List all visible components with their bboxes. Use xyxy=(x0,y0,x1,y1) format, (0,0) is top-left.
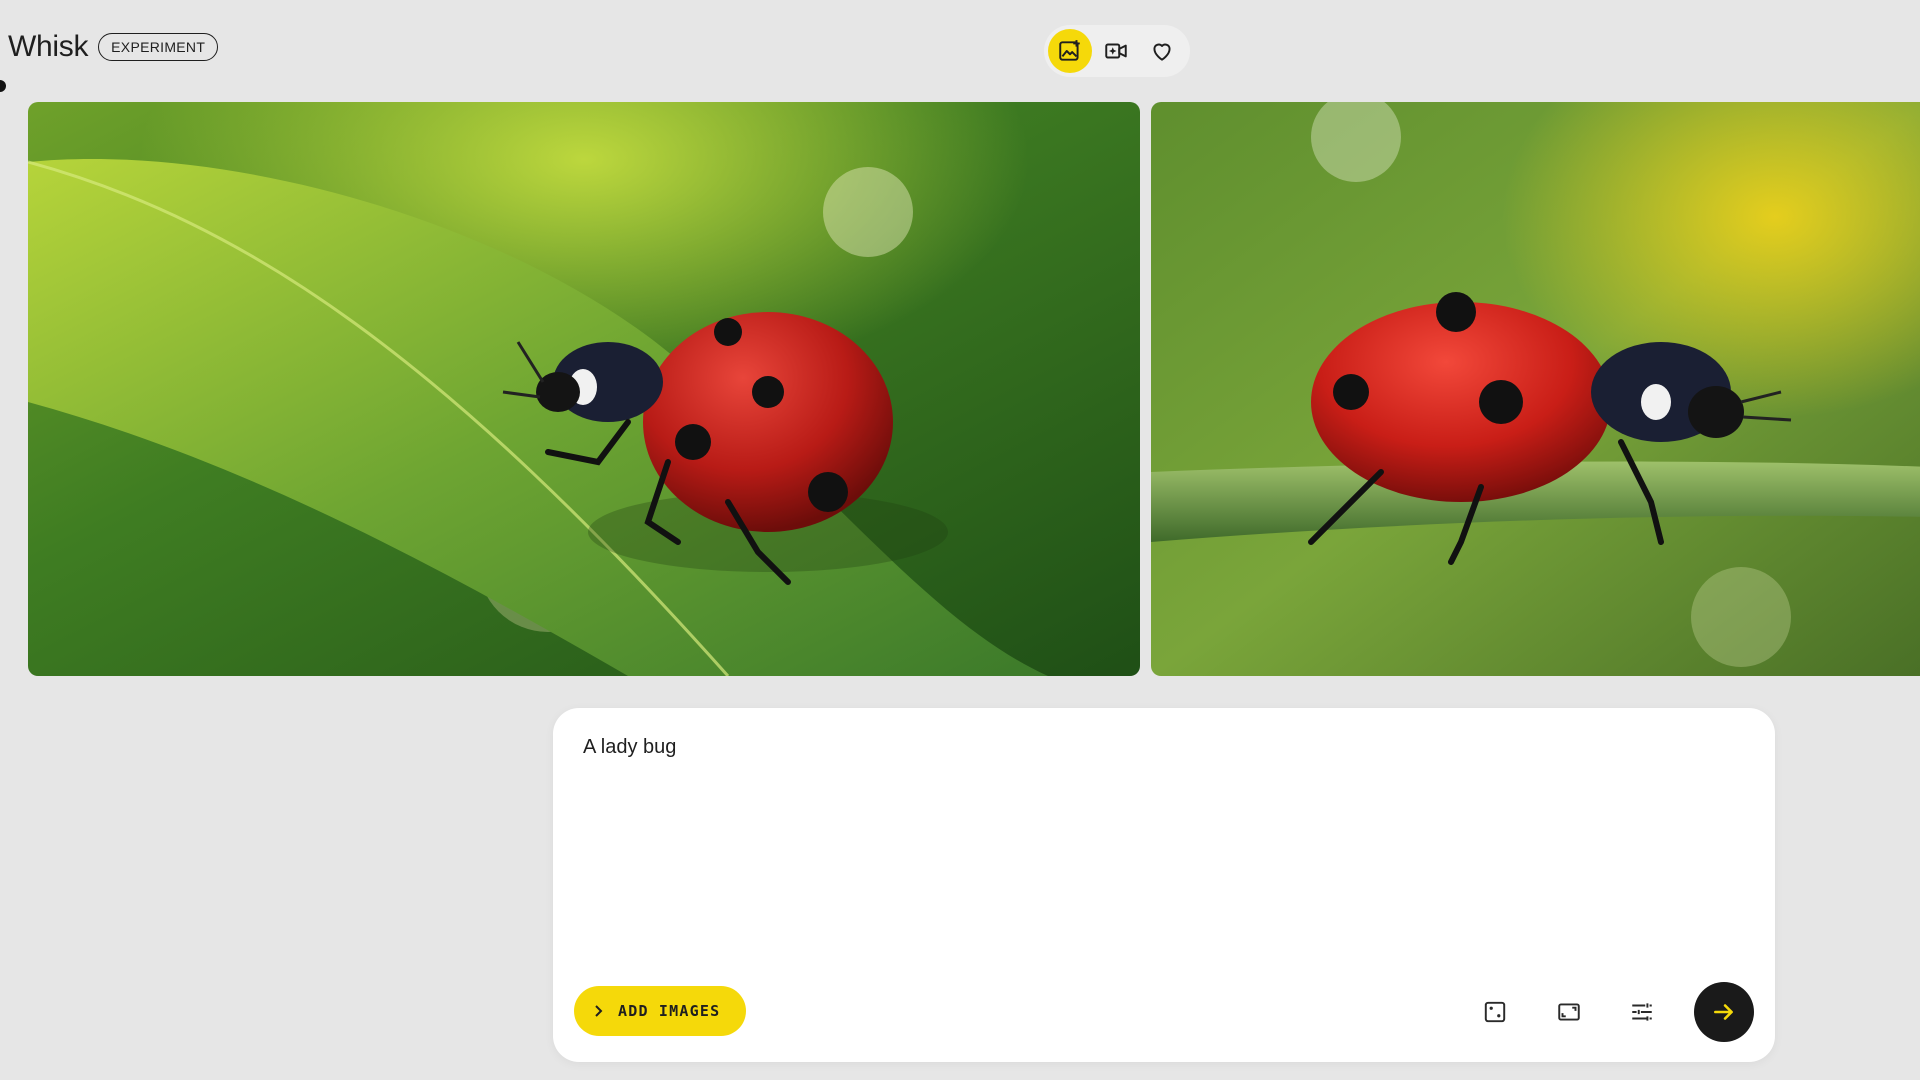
favorites-button[interactable] xyxy=(1140,29,1184,73)
app-title: Whisk xyxy=(8,30,89,63)
settings-button[interactable] xyxy=(1624,994,1660,1030)
add-images-button[interactable]: ADD IMAGES xyxy=(574,986,746,1036)
add-image-icon xyxy=(1059,40,1080,61)
brand: Whisk EXPERIMENT xyxy=(8,30,219,64)
generated-image-1[interactable] xyxy=(28,102,1140,676)
animate-video-icon xyxy=(1105,43,1127,59)
heart-icon xyxy=(1153,43,1171,61)
ladybug-leaf-image xyxy=(28,102,1140,676)
add-images-label: ADD IMAGES xyxy=(618,1002,721,1020)
aspect-ratio-icon xyxy=(1558,1003,1580,1021)
chevron-right-icon xyxy=(595,1005,603,1017)
arrow-right-icon xyxy=(1714,1004,1733,1020)
scroll-indicator-dot xyxy=(0,80,6,92)
prompt-input[interactable]: A lady bug xyxy=(583,736,1733,966)
mode-switch xyxy=(1044,25,1190,77)
tune-icon xyxy=(1632,1003,1652,1021)
generated-image-2[interactable] xyxy=(1151,102,1920,676)
dice-icon xyxy=(1484,1001,1506,1023)
ladybug-grass-image xyxy=(1151,102,1920,676)
create-image-button[interactable] xyxy=(1048,29,1092,73)
animate-button[interactable] xyxy=(1094,29,1138,73)
prompt-panel: A lady bug ADD IMAGES xyxy=(553,708,1775,1062)
experiment-badge: EXPERIMENT xyxy=(98,33,219,61)
submit-button[interactable] xyxy=(1694,982,1754,1042)
aspect-ratio-button[interactable] xyxy=(1551,994,1587,1030)
randomize-button[interactable] xyxy=(1477,994,1513,1030)
